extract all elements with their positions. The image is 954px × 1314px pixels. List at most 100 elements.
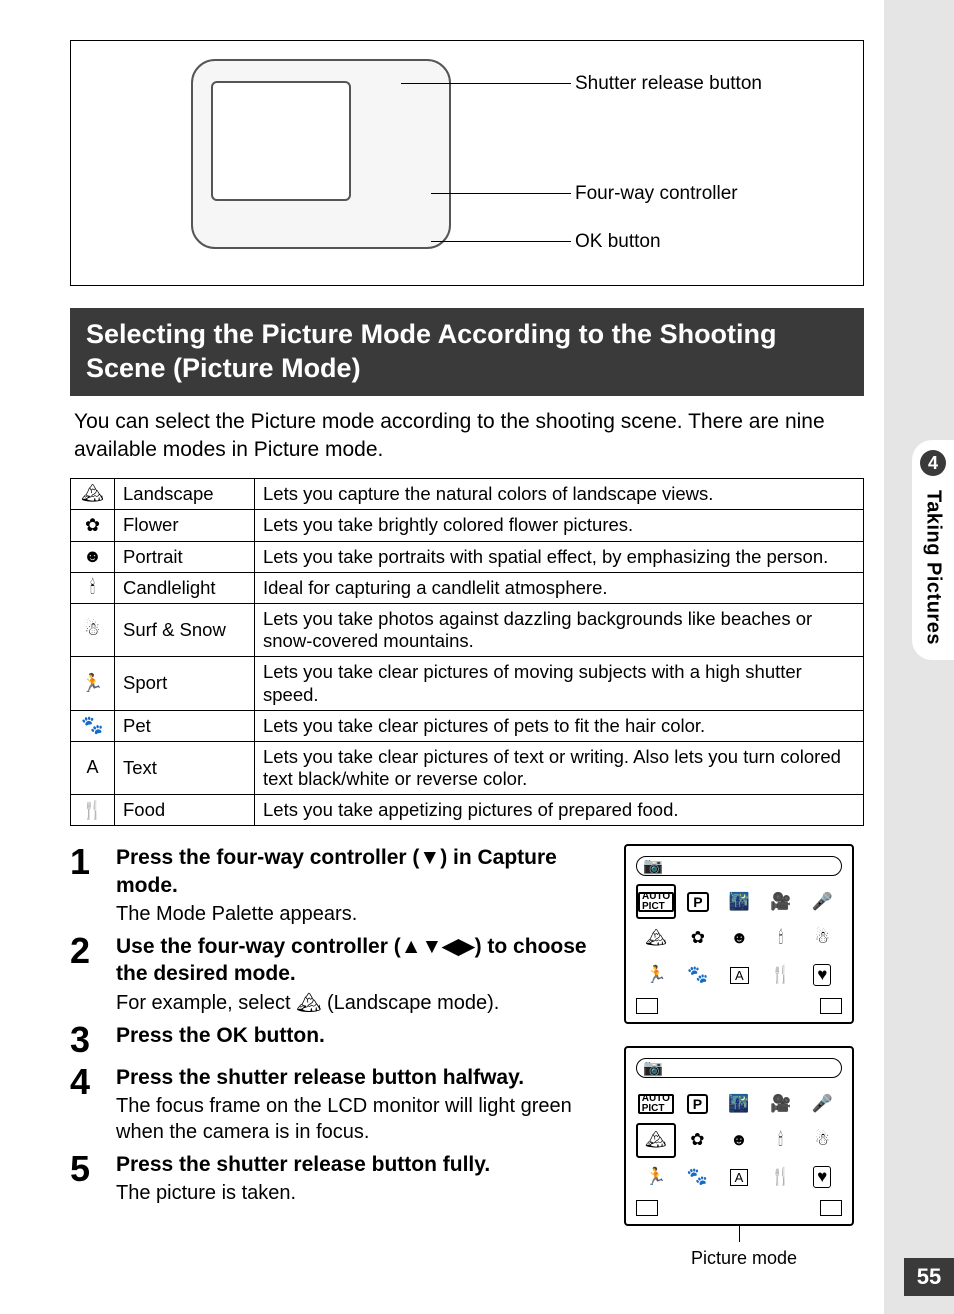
- palette-icon: A: [719, 1160, 759, 1195]
- palette-icon: 🏔: [636, 921, 676, 956]
- palette-icon: 🌃: [719, 1086, 759, 1121]
- step-body: Press the shutter release button fully.T…: [116, 1151, 608, 1206]
- table-row: 🏃SportLets you take clear pictures of mo…: [71, 657, 864, 710]
- mode-desc: Ideal for capturing a candlelit atmosphe…: [255, 572, 864, 603]
- mode-name: Surf & Snow: [115, 603, 255, 656]
- mode-icon: 🏃: [71, 657, 115, 710]
- palette-icon: 🎤: [803, 884, 842, 919]
- mode-name: Portrait: [115, 541, 255, 572]
- callout-shutter: Shutter release button: [575, 73, 762, 95]
- palette-icon: 🕯: [761, 921, 800, 956]
- table-row: ☻PortraitLets you take portraits with sp…: [71, 541, 864, 572]
- mode-name: Landscape: [115, 479, 255, 510]
- palette-icon: 🏔: [636, 1123, 676, 1158]
- step-title: Press the OK button.: [116, 1022, 608, 1049]
- mode-palette-grid: AUTOPICTP🌃🎥🎤🏔✿☻🕯☃🏃🐾A🍴♥: [636, 884, 842, 992]
- lcd-topbar: 📷: [636, 856, 842, 876]
- palette-icon: P: [678, 884, 717, 919]
- palette-icon: 🕯: [761, 1123, 801, 1158]
- callout-line: [401, 83, 571, 84]
- palette-icon: 🎥: [761, 884, 800, 919]
- chapter-tab: 4 Taking Pictures: [912, 440, 954, 660]
- mode-icon: 🐾: [71, 710, 115, 741]
- mode-desc: Lets you take photos against dazzling ba…: [255, 603, 864, 656]
- lcd-topbar: 📷: [636, 1058, 842, 1078]
- lcd-bottombar: [636, 998, 842, 1016]
- step-desc: The focus frame on the LCD monitor will …: [116, 1093, 608, 1145]
- lcd-preview-1: 📷 AUTOPICTP🌃🎥🎤🏔✿☻🕯☃🏃🐾A🍴♥: [624, 844, 854, 1024]
- palette-icon: ✿: [678, 1123, 718, 1158]
- mode-name: Flower: [115, 510, 255, 541]
- lcd-preview-2: 📷 AUTOPICTP🌃🎥🎤🏔✿☻🕯☃🏃🐾A🍴♥: [624, 1046, 854, 1226]
- step-number: 3: [70, 1022, 116, 1058]
- step-number: 4: [70, 1064, 116, 1145]
- mode-desc: Lets you take clear pictures of pets to …: [255, 710, 864, 741]
- palette-icon: 🍴: [761, 958, 800, 993]
- table-row: ✿FlowerLets you take brightly colored fl…: [71, 510, 864, 541]
- callout-ok: OK button: [575, 231, 661, 253]
- callout-line: [431, 241, 571, 242]
- table-row: 🐾PetLets you take clear pictures of pets…: [71, 710, 864, 741]
- callout-line: [431, 193, 571, 194]
- step-desc: For example, select 🏔 (Landscape mode).: [116, 990, 608, 1016]
- mode-icon: ✿: [71, 510, 115, 541]
- step: 3Press the OK button.: [70, 1022, 608, 1058]
- picture-mode-table: 🏔LandscapeLets you capture the natural c…: [70, 478, 864, 826]
- chapter-title: Taking Pictures: [922, 484, 945, 645]
- steps-section: 1Press the four-way controller (▼) in Ca…: [70, 844, 864, 1269]
- chapter-number: 4: [920, 450, 946, 476]
- step: 5Press the shutter release button fully.…: [70, 1151, 608, 1206]
- palette-icon: ✿: [678, 921, 717, 956]
- palette-icon: 🍴: [761, 1160, 801, 1195]
- mode-palette-grid: AUTOPICTP🌃🎥🎤🏔✿☻🕯☃🏃🐾A🍴♥: [636, 1086, 842, 1194]
- mode-desc: Lets you take brightly colored flower pi…: [255, 510, 864, 541]
- mode-desc: Lets you take clear pictures of text or …: [255, 741, 864, 794]
- lcd-caption: Picture mode: [624, 1248, 864, 1269]
- step-number: 2: [70, 933, 116, 1016]
- palette-icon: 🎤: [802, 1086, 842, 1121]
- pointer-line: [739, 1224, 740, 1242]
- mode-icon: 🏔: [71, 479, 115, 510]
- mode-name: Text: [115, 741, 255, 794]
- mode-name: Candlelight: [115, 572, 255, 603]
- side-gutter: 4 Taking Pictures 55: [884, 0, 954, 1314]
- palette-icon: AUTOPICT: [636, 1086, 676, 1121]
- palette-icon: 🎥: [761, 1086, 801, 1121]
- palette-icon: ☃: [802, 1123, 842, 1158]
- palette-icon: P: [678, 1086, 718, 1121]
- step-title: Press the four-way controller (▼) in Cap…: [116, 844, 608, 899]
- palette-icon: A: [720, 958, 759, 993]
- mode-icon: ☻: [71, 541, 115, 572]
- step-body: Use the four-way controller (▲▼◀▶) to ch…: [116, 933, 608, 1016]
- intro-text: You can select the Picture mode accordin…: [74, 408, 860, 465]
- step-title: Press the shutter release button halfway…: [116, 1064, 608, 1091]
- mode-icon: 🕯: [71, 572, 115, 603]
- table-row: ATextLets you take clear pictures of tex…: [71, 741, 864, 794]
- lcd-previews: 📷 AUTOPICTP🌃🎥🎤🏔✿☻🕯☃🏃🐾A🍴♥ 📷 AUTOPICTP🌃🎥🎤🏔…: [624, 844, 864, 1269]
- lcd-bottombar: [636, 1200, 842, 1218]
- table-row: 🏔LandscapeLets you capture the natural c…: [71, 479, 864, 510]
- page-number: 55: [904, 1258, 954, 1296]
- step: 2Use the four-way controller (▲▼◀▶) to c…: [70, 933, 608, 1016]
- mode-icon: ☃: [71, 603, 115, 656]
- auto-pict-icon: AUTOPICT: [638, 892, 674, 912]
- camera-diagram: Shutter release button Four-way controll…: [70, 40, 864, 286]
- mode-name: Food: [115, 795, 255, 826]
- steps-list: 1Press the four-way controller (▼) in Ca…: [70, 844, 608, 1269]
- camera-icon: 📷: [643, 1058, 663, 1078]
- camera-lcd-illustration: [211, 81, 351, 201]
- step-number: 5: [70, 1151, 116, 1206]
- step-desc: The Mode Palette appears.: [116, 901, 608, 927]
- palette-icon: ☻: [720, 921, 759, 956]
- mode-desc: Lets you capture the natural colors of l…: [255, 479, 864, 510]
- step: 4Press the shutter release button halfwa…: [70, 1064, 608, 1145]
- auto-pict-icon: AUTOPICT: [638, 1094, 674, 1114]
- step-body: Press the OK button.: [116, 1022, 608, 1058]
- camera-icon: 📷: [643, 856, 663, 876]
- mode-icon: A: [71, 741, 115, 794]
- step-desc: The picture is taken.: [116, 1180, 608, 1206]
- table-row: 🍴FoodLets you take appetizing pictures o…: [71, 795, 864, 826]
- mode-desc: Lets you take appetizing pictures of pre…: [255, 795, 864, 826]
- manual-page: 4 Taking Pictures 55 Shutter release but…: [0, 0, 954, 1314]
- palette-icon: AUTOPICT: [636, 884, 676, 919]
